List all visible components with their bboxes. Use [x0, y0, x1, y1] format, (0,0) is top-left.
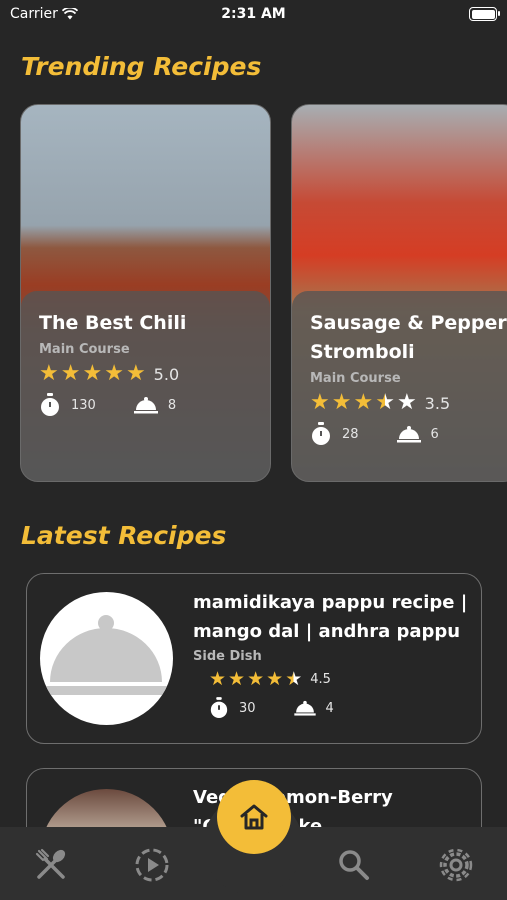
latest-recipe-category: Side Dish — [193, 649, 262, 664]
rating-value: 5.0 — [153, 364, 180, 384]
star-icon: ★ — [331, 390, 352, 415]
star-icon: ★ — [60, 361, 81, 386]
trending-title: Trending Recipes — [21, 52, 262, 81]
latest-recipe-title: mamidikaya pappu recipe | mango dal | an… — [193, 588, 471, 646]
recipe-thumbnail — [40, 592, 173, 725]
settings-icon[interactable] — [436, 845, 476, 885]
search-icon[interactable] — [334, 845, 374, 885]
empty-star-icon: ★ — [396, 390, 417, 415]
star-icon: ★ — [353, 390, 374, 415]
servings: 8 — [167, 397, 177, 413]
card-info: The Best Chili Main Course ★ ★ ★ ★ ★ 5.0… — [21, 291, 270, 481]
status-bar: Carrier 2:31 AM — [0, 0, 507, 30]
servings: 4 — [325, 700, 334, 716]
latest-recipe-card[interactable]: mamidikaya pappu recipe | mango dal | an… — [26, 573, 482, 744]
star-icon: ★ — [125, 361, 146, 386]
star-icon: ★ — [82, 361, 103, 386]
card-category: Main Course — [39, 342, 130, 357]
cloche-placeholder-icon — [40, 615, 173, 695]
star-icon: ★ — [266, 668, 284, 690]
star-icon: ★ — [228, 668, 246, 690]
latest-title: Latest Recipes — [21, 521, 227, 550]
star-icon: ★ — [247, 668, 265, 690]
star-icon: ★ — [104, 361, 124, 386]
recipe-meta: 28 6 — [310, 422, 502, 446]
recipes-icon[interactable] — [31, 845, 71, 885]
cook-time: 28 — [342, 426, 359, 442]
cook-time: 130 — [71, 397, 96, 413]
recipe-meta: 130 8 — [39, 393, 252, 417]
cloche-icon — [396, 426, 421, 443]
recipe-meta: 30 4 — [209, 697, 471, 719]
half-star-icon: ★ — [375, 390, 395, 415]
latest-recipe-title-line: mamidikaya pappu recipe | — [193, 592, 468, 613]
rating-value: 3.5 — [424, 393, 451, 413]
trending-card[interactable]: Sausage & Pepperoni Stromboli Main Cours… — [291, 104, 507, 482]
rating-stars: ★ ★ ★ ★ ★ 3.5 — [310, 392, 502, 414]
card-info: Sausage & Pepperoni Stromboli Main Cours… — [292, 291, 507, 481]
servings: 6 — [430, 426, 439, 442]
card-title-line: Sausage & Pepperoni — [310, 312, 507, 334]
play-icon[interactable] — [132, 845, 172, 885]
stopwatch-icon — [210, 697, 228, 718]
star-icon: ★ — [310, 390, 330, 415]
stopwatch-icon — [312, 422, 330, 445]
rating-value: 4.5 — [310, 672, 331, 687]
rating-stars: ★ ★ ★ ★ ★ 4.5 — [209, 670, 471, 689]
card-title: Sausage & Pepperoni Stromboli — [310, 309, 507, 367]
latest-recipe-title-line: mango dal | andhra pappu — [193, 621, 461, 642]
latest-recipe-info: mamidikaya pappu recipe | mango dal | an… — [193, 588, 471, 719]
star-icon: ★ — [39, 361, 59, 386]
cook-time: 30 — [239, 700, 256, 716]
cloche-icon — [133, 397, 158, 414]
stopwatch-icon — [41, 393, 59, 416]
cloche-icon — [293, 700, 316, 716]
home-icon — [240, 804, 268, 830]
star-icon: ★ — [209, 668, 227, 690]
battery-icon — [469, 7, 500, 21]
half-star-icon: ★ — [285, 668, 303, 690]
card-title-line: Stromboli — [310, 341, 415, 363]
trending-card[interactable]: The Best Chili Main Course ★ ★ ★ ★ ★ 5.0… — [20, 104, 271, 482]
status-time: 2:31 AM — [221, 6, 286, 22]
home-button[interactable] — [217, 780, 291, 854]
card-category: Main Course — [310, 371, 401, 386]
card-title: The Best Chili — [39, 312, 187, 334]
rating-stars: ★ ★ ★ ★ ★ 5.0 — [39, 363, 252, 385]
